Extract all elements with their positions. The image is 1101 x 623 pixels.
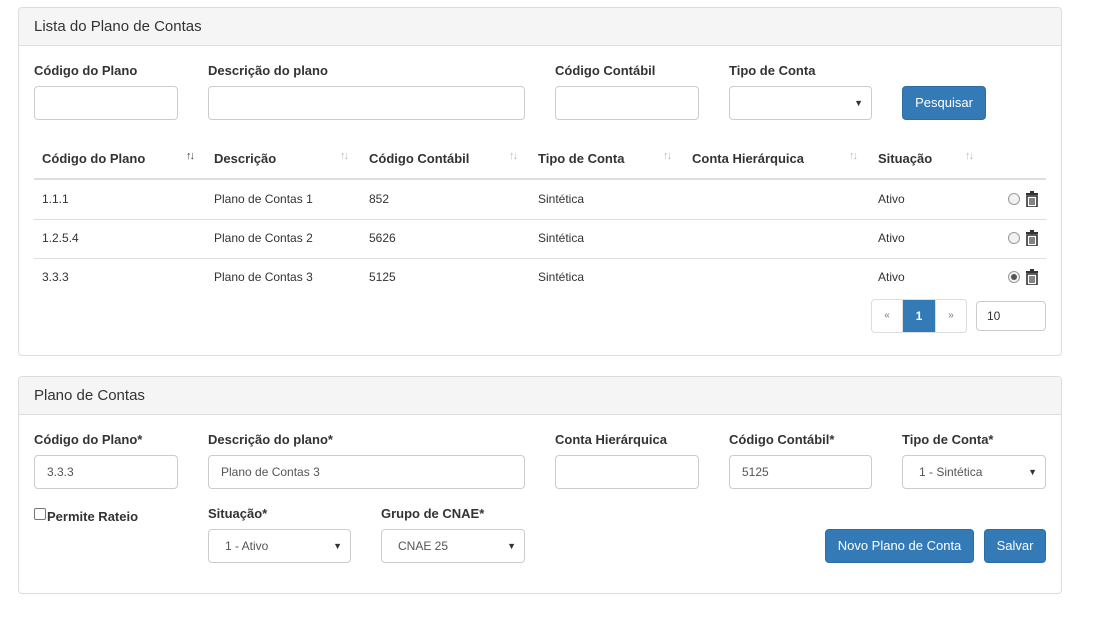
form-panel-title: Plano de Contas	[19, 377, 1061, 415]
cell-codigo-contabil: 5125	[369, 270, 396, 284]
permite-rateio-checkbox[interactable]	[34, 508, 46, 520]
form-panel: Plano de Contas Código do Plano* Descriç…	[18, 376, 1062, 594]
cell-descricao: Plano de Contas 3	[214, 270, 313, 284]
cell-situacao: Ativo	[878, 192, 905, 206]
cell-codigo-contabil: 852	[369, 192, 390, 206]
filter-descricao-label: Descrição do plano	[208, 63, 328, 78]
pagination-next[interactable]: »	[935, 300, 966, 332]
situacao-value: 1 - Ativo	[225, 539, 269, 553]
cell-situacao: Ativo	[878, 270, 905, 284]
pagination-page-1[interactable]: 1	[903, 300, 935, 332]
descricao-label: Descrição do plano*	[208, 432, 333, 447]
cell-descricao: Plano de Contas 2	[214, 231, 313, 245]
pagination-prev[interactable]: «	[872, 300, 903, 332]
cell-codigo: 1.1.1	[42, 192, 69, 206]
table-row[interactable]: 1.2.5.4 Plano de Contas 2 5626 Sintética…	[19, 219, 1063, 258]
filter-codigo-contabil-label: Código Contábil	[555, 63, 656, 78]
trash-icon[interactable]	[1025, 191, 1039, 207]
col-header-situacao[interactable]: Situação	[878, 151, 932, 166]
sort-icon[interactable]: ↑↓	[849, 150, 858, 162]
trash-icon[interactable]	[1025, 269, 1039, 285]
table-row[interactable]: 3.3.3 Plano de Contas 3 5125 Sintética A…	[19, 258, 1063, 297]
search-button[interactable]: Pesquisar	[902, 86, 986, 120]
row-select-radio[interactable]	[1008, 193, 1020, 205]
codigo-contabil-label: Código Contábil*	[729, 432, 835, 447]
novo-plano-button[interactable]: Novo Plano de Conta	[825, 529, 974, 563]
page-size-input[interactable]	[976, 301, 1046, 331]
grupo-cnae-value: CNAE 25	[398, 539, 449, 553]
situacao-label: Situação*	[208, 506, 268, 521]
col-header-tipo-conta[interactable]: Tipo de Conta	[538, 151, 624, 166]
codigo-contabil-input[interactable]	[729, 455, 872, 489]
situacao-select[interactable]: 1 - Ativo ▼	[208, 529, 351, 563]
codigo-plano-input[interactable]	[34, 455, 178, 489]
caret-down-icon: ▼	[854, 98, 863, 108]
cell-tipo-conta: Sintética	[538, 231, 585, 245]
sort-icon[interactable]: ↑↓	[186, 150, 195, 162]
row-select-radio[interactable]	[1008, 232, 1020, 244]
conta-hierarquica-input[interactable]	[555, 455, 699, 489]
col-header-conta-hierarquica[interactable]: Conta Hierárquica	[692, 151, 804, 166]
col-header-descricao[interactable]: Descrição	[214, 151, 276, 166]
descricao-input[interactable]	[208, 455, 525, 489]
cell-codigo: 1.2.5.4	[42, 231, 79, 245]
cell-tipo-conta: Sintética	[538, 270, 585, 284]
col-header-codigo-contabil[interactable]: Código Contábil	[369, 151, 469, 166]
col-header-codigo[interactable]: Código do Plano	[42, 151, 145, 166]
sort-icon[interactable]: ↑↓	[663, 150, 672, 162]
list-panel-title: Lista do Plano de Contas	[19, 8, 1061, 46]
row-select-radio[interactable]	[1008, 271, 1020, 283]
caret-down-icon: ▼	[507, 541, 516, 551]
grupo-cnae-label: Grupo de CNAE*	[381, 506, 485, 521]
tipo-conta-select[interactable]: 1 - Sintética ▼	[902, 455, 1046, 489]
filter-codigo-plano-label: Código do Plano	[34, 63, 138, 78]
cell-codigo: 3.3.3	[42, 270, 69, 284]
salvar-button[interactable]: Salvar	[984, 529, 1046, 563]
caret-down-icon: ▼	[333, 541, 342, 551]
cell-situacao: Ativo	[878, 231, 905, 245]
list-panel: Lista do Plano de Contas Código do Plano…	[18, 7, 1062, 356]
codigo-plano-label: Código do Plano*	[34, 432, 143, 447]
tipo-conta-label: Tipo de Conta*	[902, 432, 994, 447]
sort-icon[interactable]: ↑↓	[340, 150, 349, 162]
table-row[interactable]: 1.1.1 Plano de Contas 1 852 Sintética At…	[19, 180, 1063, 219]
filter-codigo-contabil-input[interactable]	[555, 86, 699, 120]
trash-icon[interactable]	[1025, 230, 1039, 246]
cell-descricao: Plano de Contas 1	[214, 192, 313, 206]
filter-tipo-conta-label: Tipo de Conta	[729, 63, 816, 78]
sort-icon[interactable]: ↑↓	[965, 150, 974, 162]
cell-codigo-contabil: 5626	[369, 231, 396, 245]
filter-codigo-plano-input[interactable]	[34, 86, 178, 120]
grupo-cnae-select[interactable]: CNAE 25 ▼	[381, 529, 525, 563]
sort-icon[interactable]: ↑↓	[509, 150, 518, 162]
conta-hierarquica-label: Conta Hierárquica	[555, 432, 667, 447]
filter-tipo-conta-select[interactable]: ▼	[729, 86, 872, 120]
pagination: « 1 »	[871, 299, 967, 333]
tipo-conta-value: 1 - Sintética	[919, 465, 983, 479]
cell-tipo-conta: Sintética	[538, 192, 585, 206]
filter-descricao-input[interactable]	[208, 86, 525, 120]
permite-rateio-label: Permite Rateio	[47, 509, 139, 524]
caret-down-icon: ▼	[1028, 467, 1037, 477]
table-header: Código do Plano ↑↓ Descrição ↑↓ Código C…	[19, 150, 1063, 181]
